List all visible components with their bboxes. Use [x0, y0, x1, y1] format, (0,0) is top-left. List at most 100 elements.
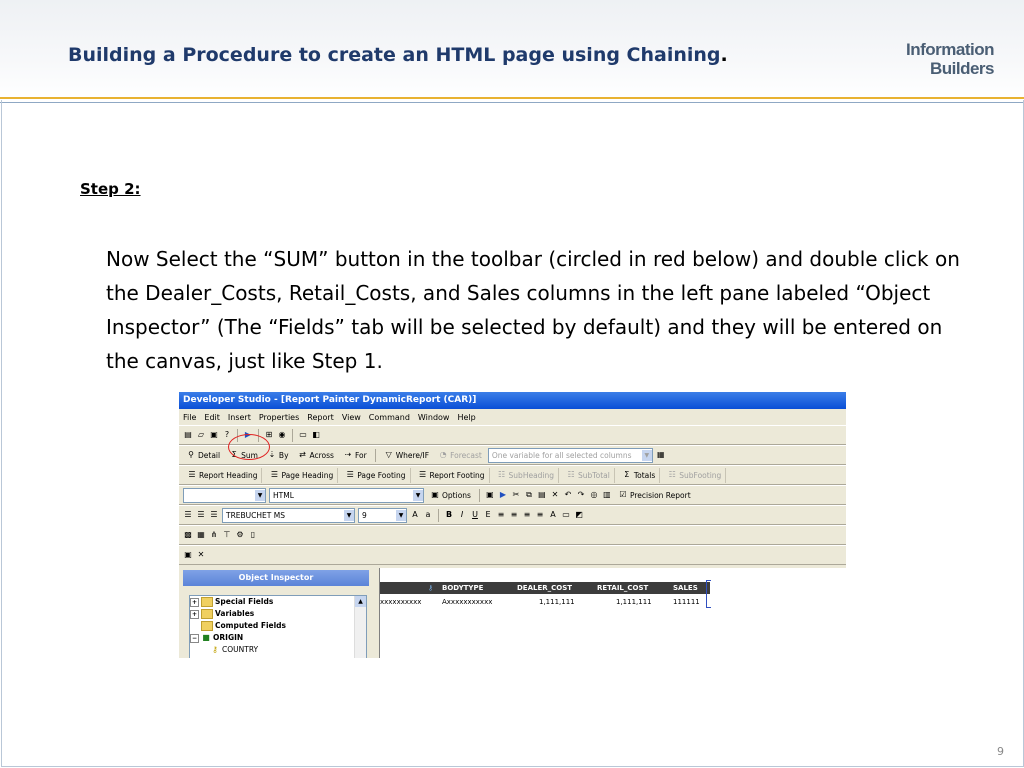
- copy-icon[interactable]: ⧉: [524, 490, 534, 500]
- variable-combo[interactable]: One variable for all selected columns ▼: [487, 447, 653, 463]
- tree-item-origin[interactable]: − ■ ORIGIN: [190, 632, 366, 644]
- align-left-icon[interactable]: ☰: [183, 510, 193, 520]
- run-icon[interactable]: ▶: [498, 490, 508, 500]
- tree-scrollbar[interactable]: ▲: [354, 596, 366, 658]
- style-combo[interactable]: ▼: [183, 487, 266, 503]
- menu-insert[interactable]: Insert: [228, 413, 251, 422]
- menu-command[interactable]: Command: [369, 413, 410, 422]
- calculator-icon[interactable]: ▦: [196, 530, 206, 540]
- underline-button[interactable]: U: [470, 510, 480, 520]
- align-center-icon[interactable]: ☰: [196, 510, 206, 520]
- justify-left-icon[interactable]: ≡: [496, 510, 506, 520]
- page-heading-label: Page Heading: [281, 470, 334, 480]
- information-builders-logo: Information Builders: [906, 40, 995, 78]
- tree-item-special-fields[interactable]: + Special Fields: [190, 596, 366, 608]
- grow-font-icon[interactable]: A: [410, 510, 420, 520]
- across-button[interactable]: ⇄ Across: [295, 448, 337, 462]
- toolbar-report-commands: ⚲ Detail Σ Sum ⇣ By ⇄ Across ⇢ For ▽ Where/IF …: [179, 445, 846, 465]
- tree-item-computed-fields[interactable]: Computed Fields: [190, 620, 366, 632]
- menu-edit[interactable]: Edit: [204, 413, 220, 422]
- for-button[interactable]: ⇢ For: [340, 448, 370, 462]
- compute-icon[interactable]: ▯: [248, 530, 258, 540]
- tools-icon[interactable]: ✕: [196, 550, 206, 560]
- font-combo[interactable]: TREBUCHET MS ▼: [222, 507, 355, 523]
- chevron-down-icon[interactable]: ▼: [413, 489, 423, 501]
- page-heading-button[interactable]: ☰ Page Heading: [265, 467, 339, 483]
- screen-icon[interactable]: ▣: [183, 550, 193, 560]
- cut-icon[interactable]: ✂: [511, 490, 521, 500]
- save-icon[interactable]: ▣: [485, 490, 495, 500]
- forecast-button[interactable]: ◔ Forecast: [435, 448, 485, 462]
- subtotal-button[interactable]: ☷ SubTotal: [562, 467, 615, 483]
- tree-item-label: Variables: [215, 609, 255, 618]
- open-icon[interactable]: ▱: [196, 430, 206, 440]
- chevron-down-icon[interactable]: ▼: [255, 489, 265, 501]
- help-icon[interactable]: ?: [222, 430, 232, 440]
- heading-icon: ☰: [188, 470, 196, 479]
- paste-icon[interactable]: ▤: [537, 490, 547, 500]
- menu-properties[interactable]: Properties: [259, 413, 299, 422]
- collapse-icon[interactable]: −: [190, 633, 199, 643]
- page-footing-button[interactable]: ☰ Page Footing: [341, 467, 411, 483]
- report-footing-button[interactable]: ☰ Report Footing: [414, 467, 490, 483]
- join-icon[interactable]: ⋔: [209, 530, 219, 540]
- hierarchy-icon[interactable]: ⊤: [222, 530, 232, 540]
- menu-report[interactable]: Report: [307, 413, 334, 422]
- totals-button[interactable]: Σ Totals: [618, 467, 661, 483]
- format-icon[interactable]: E: [483, 510, 493, 520]
- justify-center-icon[interactable]: ≡: [509, 510, 519, 520]
- font-size-combo[interactable]: 9 ▼: [358, 507, 407, 523]
- tree-item-variables[interactable]: + Variables: [190, 608, 366, 620]
- glasses-icon[interactable]: ◎: [589, 490, 599, 500]
- delete-icon[interactable]: ✕: [550, 490, 560, 500]
- expand-icon[interactable]: +: [190, 597, 199, 607]
- detail-button[interactable]: ⚲ Detail: [183, 448, 223, 462]
- layout-icon[interactable]: ▥: [602, 490, 612, 500]
- column-header-retail-cost[interactable]: RETAIL_COST: [597, 584, 648, 592]
- image-icon[interactable]: ▩: [183, 530, 193, 540]
- font-color-icon[interactable]: A: [548, 510, 558, 520]
- window-icon[interactable]: ▭: [298, 430, 308, 440]
- justify-full-icon[interactable]: ≡: [535, 510, 545, 520]
- subheading-button[interactable]: ☷ SubHeading: [493, 467, 560, 483]
- chevron-down-icon[interactable]: ▼: [344, 509, 354, 521]
- new-icon[interactable]: ▤: [183, 430, 193, 440]
- report-canvas[interactable]: ⚷ BODYTYPE DEALER_COST RETAIL_COST SALES…: [379, 568, 846, 658]
- fields-tree[interactable]: + Special Fields + Variables Computed Fiel…: [189, 595, 367, 658]
- chevron-down-icon[interactable]: ▼: [396, 509, 406, 521]
- report-heading-button[interactable]: ☰ Report Heading: [183, 467, 263, 483]
- redo-icon[interactable]: ↷: [576, 490, 586, 500]
- developer-studio-screenshot: Developer Studio - [Report Painter Dynam…: [179, 392, 846, 658]
- column-header-sales[interactable]: SALES: [673, 584, 698, 592]
- cell-sales: 111111: [673, 598, 700, 606]
- italic-button[interactable]: I: [457, 510, 467, 520]
- justify-right-icon[interactable]: ≡: [522, 510, 532, 520]
- shrink-font-icon[interactable]: a: [423, 510, 433, 520]
- output-format-combo[interactable]: HTML ▼: [269, 487, 424, 503]
- align-right-icon[interactable]: ☰: [209, 510, 219, 520]
- precision-report-button[interactable]: ☑ Precision Report: [615, 488, 694, 502]
- expand-icon[interactable]: +: [190, 609, 199, 619]
- subfooting-button[interactable]: ☷ SubFooting: [663, 467, 727, 483]
- bold-button[interactable]: B: [444, 510, 454, 520]
- chevron-down-icon[interactable]: ▼: [641, 449, 652, 461]
- menu-help[interactable]: Help: [457, 413, 475, 422]
- define-icon[interactable]: ⚙: [235, 530, 245, 540]
- subfooting-label: SubFooting: [679, 470, 722, 480]
- save-icon[interactable]: ▣: [209, 430, 219, 440]
- column-header-dealer-cost[interactable]: DEALER_COST: [517, 584, 572, 592]
- menu-view[interactable]: View: [342, 413, 361, 422]
- column-header-bodytype[interactable]: BODYTYPE: [442, 584, 483, 592]
- tile-icon[interactable]: ◧: [311, 430, 321, 440]
- menu-window[interactable]: Window: [418, 413, 450, 422]
- report-icon[interactable]: ▦: [656, 450, 666, 460]
- menu-file[interactable]: File: [183, 413, 196, 422]
- border-icon[interactable]: ▭: [561, 510, 571, 520]
- fill-icon[interactable]: ◩: [574, 510, 584, 520]
- undo-icon[interactable]: ↶: [563, 490, 573, 500]
- options-button[interactable]: ▣ Options: [427, 488, 474, 502]
- scroll-up-icon[interactable]: ▲: [355, 596, 366, 607]
- database-icon[interactable]: ◉: [277, 430, 287, 440]
- tree-item-country[interactable]: ⚷ COUNTRY: [190, 644, 366, 656]
- whereif-button[interactable]: ▽ Where/IF: [381, 448, 432, 462]
